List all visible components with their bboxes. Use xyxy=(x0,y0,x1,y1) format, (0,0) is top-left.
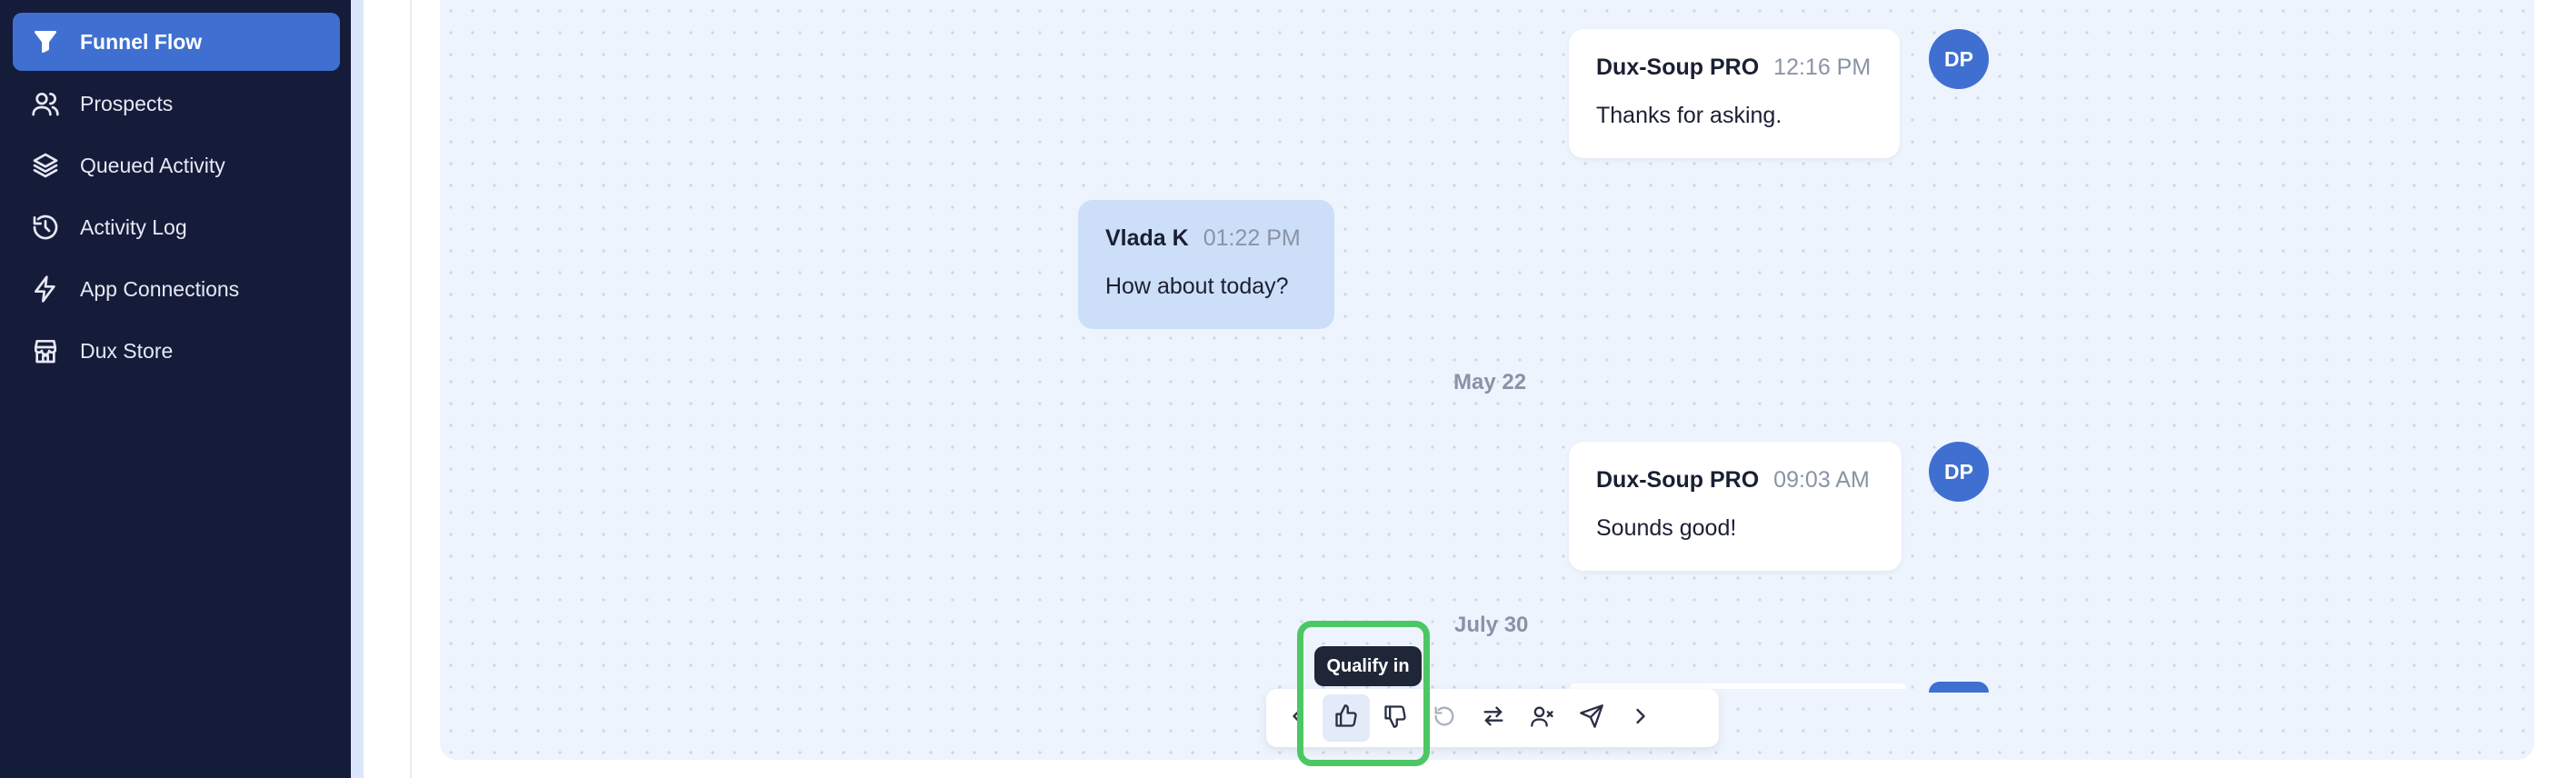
sidebar-edge xyxy=(351,0,364,778)
users-icon xyxy=(27,85,64,122)
layers-icon xyxy=(27,147,64,184)
sidebar-item-label: Prospects xyxy=(80,91,174,115)
message-sender: Dux-Soup PRO xyxy=(1596,467,1760,493)
date-separator: May 22 xyxy=(1453,370,1527,394)
lightning-icon xyxy=(27,271,64,307)
send-icon xyxy=(1579,703,1604,733)
message-bubble-outgoing: Dux-Soup PRO 09:03 AM Sounds good! xyxy=(1569,442,1902,571)
message-text: Sounds good! xyxy=(1596,515,1737,541)
sidebar-item-label: Activity Log xyxy=(80,214,187,239)
swap-arrows-icon xyxy=(1481,703,1506,733)
main-divider xyxy=(410,0,412,778)
message-sender: Vlada K xyxy=(1105,225,1189,251)
message-text: How about today? xyxy=(1105,274,1289,299)
remove-prospect-button[interactable] xyxy=(1519,694,1566,742)
sidebar-item-prospects[interactable]: Prospects xyxy=(13,75,340,133)
message-bubble-incoming: Vlada K 01:22 PM How about today? xyxy=(1078,200,1334,329)
sidebar-item-label: Funnel Flow xyxy=(80,29,203,54)
highlight-box xyxy=(1297,621,1430,766)
user-remove-icon xyxy=(1530,703,1555,733)
avatar-partial xyxy=(1929,682,1989,693)
send-button[interactable] xyxy=(1568,694,1615,742)
sidebar: Funnel Flow Prospects Queued Activity Ac… xyxy=(0,0,351,778)
next-button[interactable] xyxy=(1617,694,1664,742)
avatar: DP xyxy=(1929,29,1989,89)
message-sender: Dux-Soup PRO xyxy=(1596,55,1760,80)
sidebar-item-queued-activity[interactable]: Queued Activity xyxy=(13,136,340,194)
sidebar-item-label: App Connections xyxy=(80,276,240,301)
message-time: 12:16 PM xyxy=(1773,55,1872,80)
funnel-icon xyxy=(27,24,64,60)
undo-icon xyxy=(1432,703,1457,733)
sidebar-item-funnel-flow[interactable]: Funnel Flow xyxy=(13,13,340,71)
message-bubble-outgoing: Dux-Soup PRO 12:16 PM Thanks for asking. xyxy=(1569,29,1900,158)
message-time: 09:03 AM xyxy=(1773,467,1870,493)
sidebar-item-activity-log[interactable]: Activity Log xyxy=(13,198,340,256)
swap-button[interactable] xyxy=(1470,694,1517,742)
store-icon xyxy=(27,333,64,369)
sidebar-item-app-connections[interactable]: App Connections xyxy=(13,260,340,318)
date-separator: July 30 xyxy=(1454,613,1529,637)
history-icon xyxy=(27,209,64,245)
sidebar-item-label: Dux Store xyxy=(80,338,174,363)
chevron-right-icon xyxy=(1628,703,1653,733)
avatar: DP xyxy=(1929,442,1989,502)
sidebar-item-dux-store[interactable]: Dux Store xyxy=(13,322,340,380)
message-time: 01:22 PM xyxy=(1203,225,1301,251)
sidebar-item-label: Queued Activity xyxy=(80,153,225,177)
message-text: Thanks for asking. xyxy=(1596,103,1782,128)
